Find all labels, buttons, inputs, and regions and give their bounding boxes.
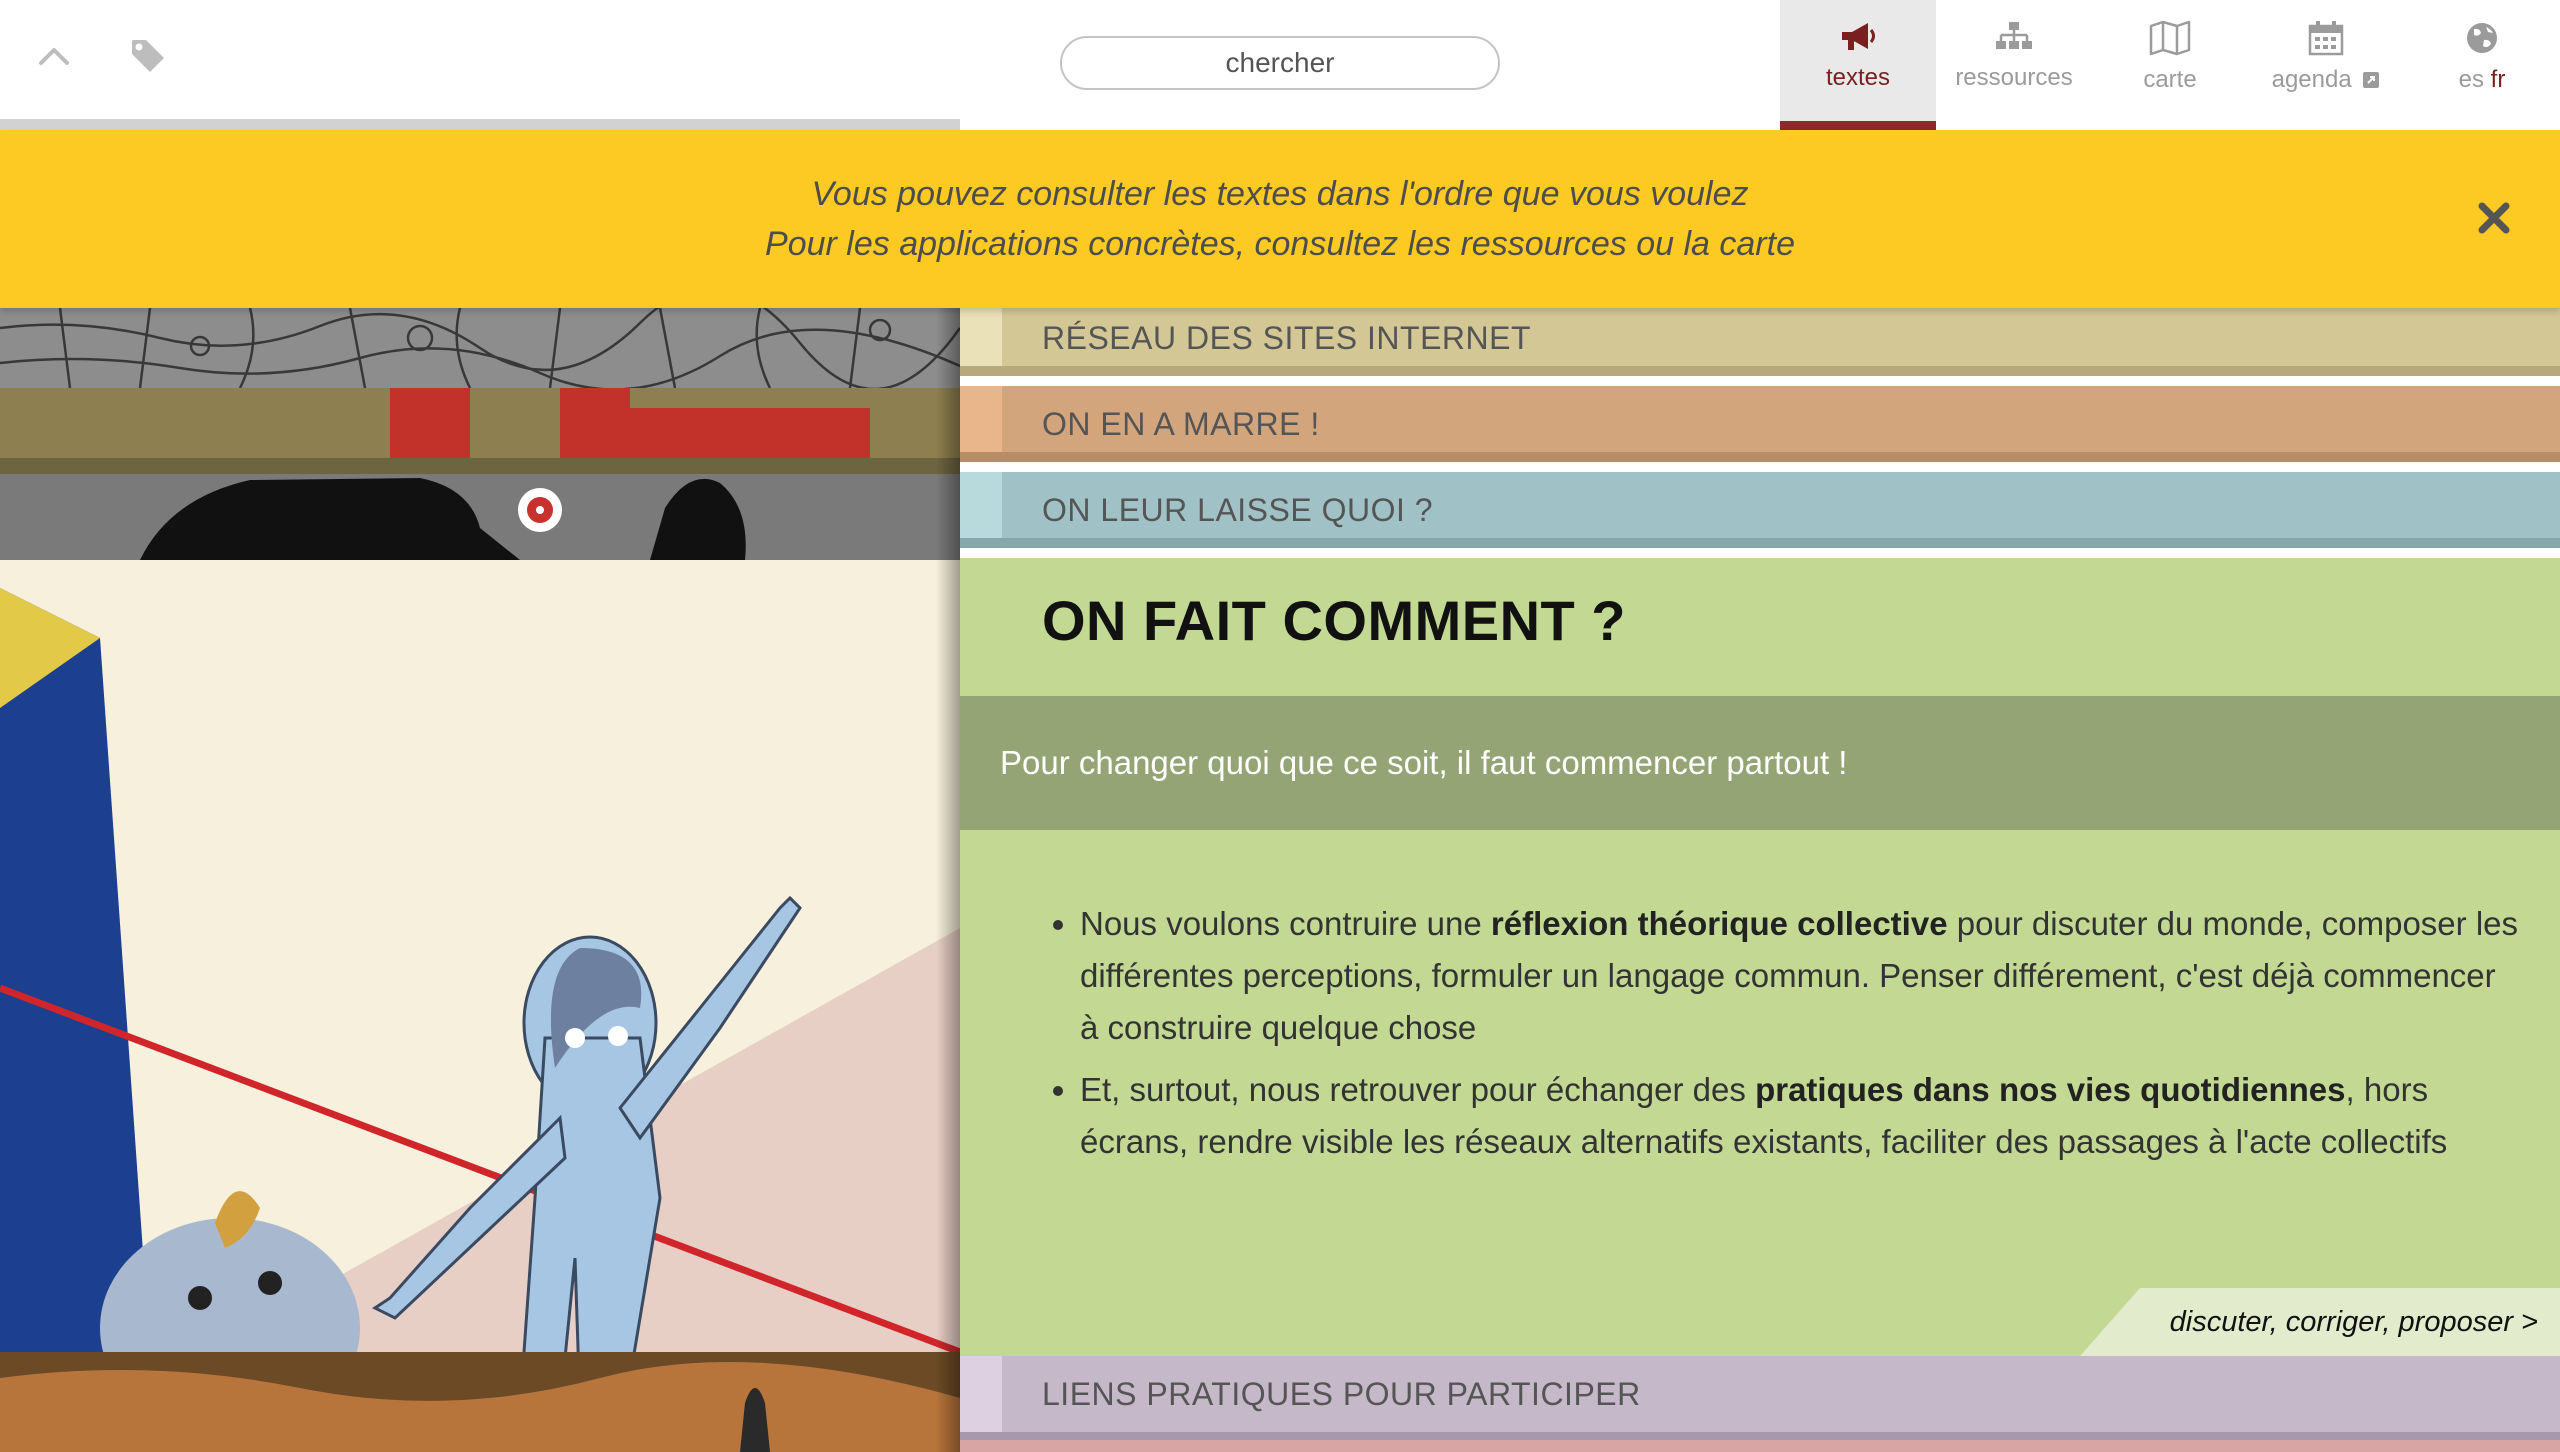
nav-item-label: carte xyxy=(2143,66,2197,93)
list-item: Nous voulons contruire une réflexion thé… xyxy=(1080,898,2520,1054)
external-link-icon xyxy=(2363,72,2380,88)
section-title: RÉSEAU DES SITES INTERNET xyxy=(1042,320,1532,356)
top-bar: textes ressources carte xyxy=(0,0,2560,131)
bullet-list: Nous voulons contruire une réflexion thé… xyxy=(1042,898,2520,1178)
lang-option-es[interactable]: es xyxy=(2459,66,2484,93)
thumbnail-silhouettes[interactable] xyxy=(0,474,960,560)
banner-line-2: Pour les applications concrètes, consult… xyxy=(765,225,1795,263)
illustration-tightrope-walker xyxy=(0,560,960,1438)
list-item: Et, surtout, nous retrouver pour échange… xyxy=(1080,1064,2520,1168)
section-subtitle-band: Pour changer quoi que ce soit, il faut c… xyxy=(960,696,2560,830)
nav-item-agenda[interactable]: agenda xyxy=(2248,0,2404,130)
scroll-up-button[interactable] xyxy=(26,28,82,84)
chevron-up-icon xyxy=(39,48,69,65)
section-title: LIENS PRATIQUES POUR PARTICIPER xyxy=(1042,1376,1641,1412)
section-title: ON LEUR LAISSE QUOI ? xyxy=(1042,492,1434,528)
nav-item-ressources[interactable]: ressources xyxy=(1936,0,2092,130)
globe-icon xyxy=(2467,23,2497,53)
calendar-icon xyxy=(2308,21,2344,56)
section-on-leur-laisse-quoi[interactable]: ON LEUR LAISSE QUOI ? xyxy=(960,472,2560,548)
banner-line-1: Vous pouvez consulter les textes dans l'… xyxy=(811,175,1749,213)
section-liens-pratiques[interactable]: LIENS PRATIQUES POUR PARTICIPER xyxy=(960,1356,2560,1440)
section-title: ON EN A MARRE ! xyxy=(1042,406,1320,442)
nav-item-label: textes xyxy=(1825,64,1891,91)
lang-option-fr[interactable]: fr xyxy=(2491,66,2506,93)
main-nav: textes ressources carte agenda es fr xyxy=(1780,0,2560,130)
search-box xyxy=(1060,36,1500,90)
map-icon xyxy=(2149,20,2191,56)
section-on-fait-comment: ON FAIT COMMENT ? Pour changer quoi que … xyxy=(960,558,2560,1356)
illustration-stack xyxy=(0,308,960,1452)
info-banner: Vous pouvez consulter les textes dans l'… xyxy=(0,130,2560,308)
thumbnail-painting[interactable] xyxy=(0,1352,960,1452)
sitemap-icon xyxy=(1996,22,2032,49)
section-illustrations xyxy=(0,308,960,1452)
language-switcher[interactable]: es fr xyxy=(2404,0,2560,130)
close-icon xyxy=(2478,202,2510,234)
nav-item-label: ressources xyxy=(1955,64,2073,91)
section-reseau-sites[interactable]: RÉSEAU DES SITES INTERNET xyxy=(960,308,2560,376)
tag-icon xyxy=(132,40,164,72)
section-on-en-a-marre[interactable]: ON EN A MARRE ! xyxy=(960,386,2560,462)
tags-button[interactable] xyxy=(120,28,176,84)
page-title: ON FAIT COMMENT ? xyxy=(1042,589,1627,652)
megaphone-icon xyxy=(1842,23,1875,50)
search-input[interactable] xyxy=(1060,36,1500,90)
discuss-link[interactable]: discuter, corriger, proposer > xyxy=(2080,1288,2560,1356)
thumbnail-map[interactable] xyxy=(0,308,960,391)
nav-item-label: agenda xyxy=(2271,66,2352,93)
nav-item-carte[interactable]: carte xyxy=(2092,0,2248,130)
scroll-progress-bar xyxy=(0,119,960,130)
thumbnail-protest[interactable] xyxy=(0,388,960,474)
section-next-partial[interactable] xyxy=(960,1440,2560,1452)
nav-item-textes[interactable]: textes xyxy=(1780,0,1936,130)
close-banner-button[interactable] xyxy=(2474,198,2514,238)
section-subtitle: Pour changer quoi que ce soit, il faut c… xyxy=(1000,744,1848,781)
